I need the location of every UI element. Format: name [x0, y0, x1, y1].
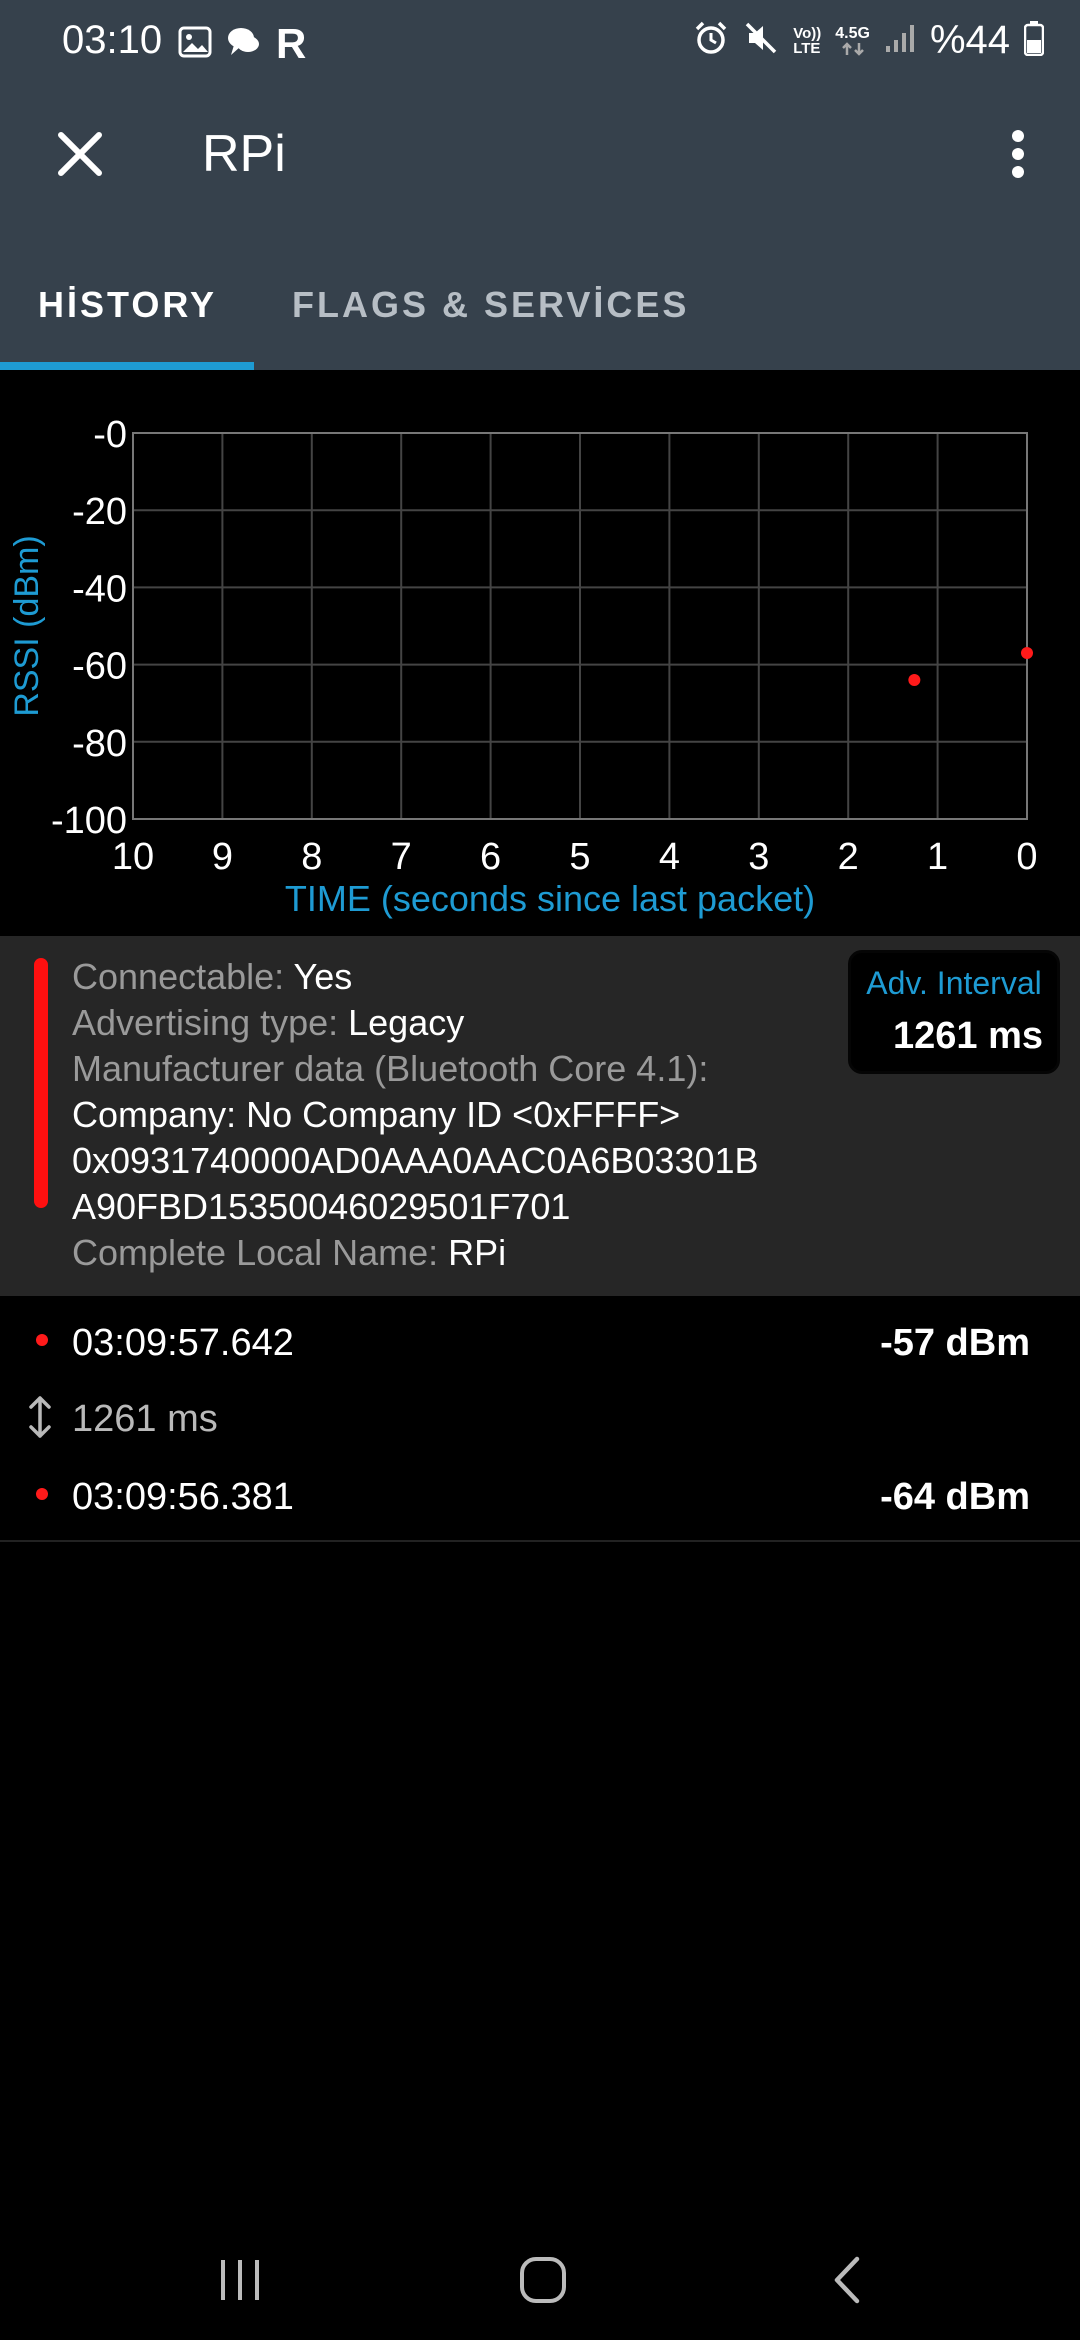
page-title: RPi: [202, 125, 286, 183]
signal-strength-bar: [34, 958, 48, 1208]
tab-bar: HİSTORY FLAGS & SERVİCES: [0, 224, 1080, 370]
home-icon: [520, 2257, 566, 2303]
close-icon: [58, 132, 102, 176]
advertisement-info-panel: Connectable: Yes Advertising type: Legac…: [0, 936, 1080, 1296]
x-tick-label: 0: [1016, 836, 1037, 878]
adv-interval-label: Adv. Interval: [866, 965, 1042, 1001]
x-tick-label: 1: [927, 836, 948, 878]
packet-dot: [36, 1488, 48, 1500]
connectable-row: Connectable: Yes: [72, 954, 832, 1000]
info-lines: Connectable: Yes Advertising type: Legac…: [72, 954, 832, 1276]
chat-icon: [226, 25, 262, 64]
connectable-value: Yes: [293, 956, 353, 997]
y-axis-label: RSSI (dBm): [8, 535, 46, 716]
x-tick-label: 4: [659, 836, 680, 878]
rssi-data-point: [908, 674, 921, 687]
status-right-icons: Vo)) LTE 4.5G %44: [693, 18, 1045, 63]
r-app-icon: R: [276, 20, 307, 67]
y-tick-label: -0: [93, 414, 127, 456]
manufacturer-data-line-2: A90FBD15350046029501F701: [72, 1186, 571, 1227]
battery-percent: %44: [929, 18, 1010, 62]
more-vert-icon: [1012, 130, 1024, 178]
home-button[interactable]: [503, 2248, 583, 2312]
tab-flags-services[interactable]: FLAGS & SERVİCES: [292, 284, 689, 326]
list-item[interactable]: 03:09:56.381 -64 dBm: [0, 1460, 1080, 1530]
manufacturer-label: Manufacturer data (Bluetooth Core 4.1):: [72, 1048, 709, 1089]
packet-dot: [36, 1334, 48, 1346]
rssi-data-point: [1021, 647, 1033, 660]
system-navigation-bar: [0, 2220, 1080, 2340]
adv-type-label: Advertising type:: [72, 1002, 349, 1043]
y-tick-label: -40: [72, 568, 127, 610]
mute-icon: [743, 20, 779, 61]
y-tick-label: -20: [72, 491, 127, 533]
back-icon: [834, 2256, 860, 2304]
packet-time: 03:09:57.642: [72, 1322, 294, 1364]
adv-interval-value: 1261 ms: [892, 1015, 1043, 1057]
back-button[interactable]: [806, 2248, 886, 2312]
status-left-icons: R: [178, 20, 306, 68]
tab-history[interactable]: HİSTORY: [38, 284, 217, 326]
x-tick-label: 2: [838, 836, 859, 878]
x-tick-label: 8: [301, 836, 322, 878]
4-5g-icon: 4.5G: [835, 25, 870, 56]
x-tick-label: 6: [480, 836, 501, 878]
connectable-label: Connectable:: [72, 956, 294, 997]
x-tick-label: 9: [212, 836, 233, 878]
x-tick-label: 3: [748, 836, 769, 878]
manufacturer-data-line-1: 0x0931740000AD0AAA0AAC0A6B03301B: [72, 1140, 759, 1181]
recents-icon: [221, 2260, 259, 2300]
recents-button[interactable]: [200, 2248, 280, 2312]
status-time: 03:10: [62, 18, 163, 62]
local-name-label: Complete Local Name:: [72, 1232, 449, 1273]
signal-icon: [884, 22, 916, 59]
x-tick-label: 10: [112, 836, 154, 878]
local-name-value: RPi: [448, 1232, 507, 1273]
packet-time: 03:09:56.381: [72, 1476, 294, 1518]
local-name-row: Complete Local Name: RPi: [72, 1230, 832, 1276]
vertical-arrows-icon: [22, 1394, 58, 1445]
list-item[interactable]: 03:09:57.642 -57 dBm: [0, 1306, 1080, 1376]
tab-indicator: [0, 362, 254, 370]
app-bar: RPi: [0, 84, 1080, 224]
status-bar: 03:10 R Vo)) LTE 4.5G %44: [0, 0, 1080, 84]
chart-svg: -0-20-40-60-80-10010 9 8 7 6 5 4 3 2 1 0TIME (seco…: [8, 414, 1038, 919]
interval-row: 1261 ms: [0, 1382, 1080, 1452]
y-tick-label: -80: [72, 723, 127, 765]
overflow-menu-button[interactable]: [978, 114, 1058, 194]
image-icon: [178, 25, 212, 64]
packet-list: 03:09:57.642 -57 dBm 1261 ms 03:09:56.38…: [0, 1296, 1080, 1542]
alarm-icon: [693, 20, 729, 61]
packet-interval: 1261 ms: [72, 1398, 218, 1440]
company-line: Company: No Company ID <0xFFFF>: [72, 1094, 681, 1135]
x-tick-label: 5: [569, 836, 590, 878]
adv-type-value: Legacy: [348, 1002, 465, 1043]
adv-type-row: Advertising type: Legacy: [72, 1000, 832, 1046]
packet-rssi: -64 dBm: [880, 1476, 1030, 1518]
adv-interval-box: Adv. Interval 1261 ms: [848, 950, 1060, 1074]
packet-rssi: -57 dBm: [880, 1322, 1030, 1364]
y-tick-label: -60: [72, 646, 127, 688]
close-button[interactable]: [40, 114, 120, 194]
rssi-history-chart: -0 -20 -40 -60 -80 -100 10 9 8 7 6 5 4 3 2 1 0 TIME (seco…: [0, 370, 1080, 936]
volte-icon: Vo)) LTE: [793, 24, 822, 57]
x-axis-label: TIME (seconds since last packet): [285, 878, 815, 919]
battery-icon: [1023, 20, 1045, 61]
x-tick-label: 7: [391, 836, 412, 878]
